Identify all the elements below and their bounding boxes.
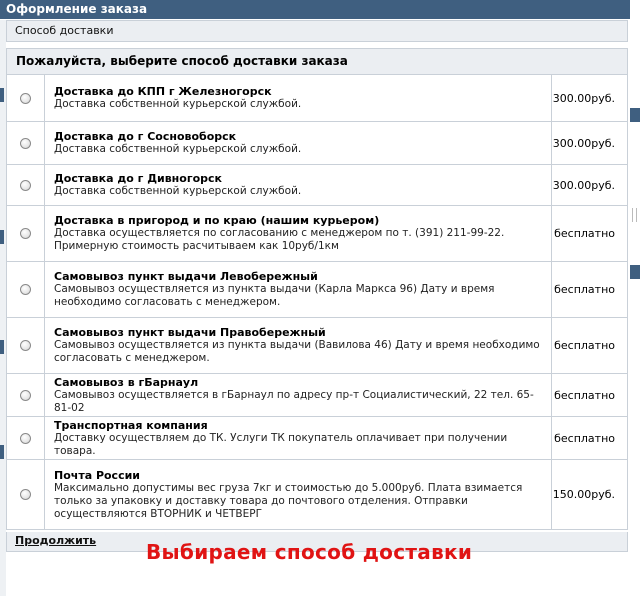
option-price: бесплатно (551, 206, 627, 261)
right-edge-handle (632, 208, 637, 222)
option-title: Самовывоз пункт выдачи Левобережный (54, 270, 318, 283)
radio-cell (7, 122, 45, 164)
left-edge-tab (0, 230, 4, 244)
option-text: Доставка в пригород и по краю (нашим кур… (54, 206, 549, 261)
option-price: бесплатно (551, 318, 627, 373)
delivery-radio[interactable] (20, 137, 31, 149)
option-description: Самовывоз осуществляется в гБарнаул по а… (54, 388, 534, 414)
option-title: Почта России (54, 468, 141, 482)
option-title: Самовывоз в гБарнаул (54, 375, 199, 389)
option-title: Самовывоз пункт выдачи Правобережный (54, 326, 326, 339)
radio-cell (7, 262, 45, 317)
option-price: 150.00руб. (551, 460, 627, 529)
delivery-radio[interactable] (20, 284, 31, 295)
delivery-option-row[interactable]: Самовывоз пункт выдачи Левобережный Само… (7, 262, 627, 318)
radio-cell (7, 206, 45, 261)
section-subheader: Способ доставки (6, 20, 628, 42)
delivery-radio[interactable] (20, 389, 31, 401)
annotation-caption: Выбираем способ доставки (146, 540, 473, 564)
option-price: 300.00руб. (551, 122, 627, 164)
option-text: Самовывоз пункт выдачи Правобережный Сам… (54, 318, 549, 373)
delivery-option-row[interactable]: Самовывоз в гБарнаул Самовывоз осуществл… (7, 374, 627, 417)
delivery-option-row[interactable]: Доставка до г Дивногорск Доставка собств… (7, 165, 627, 206)
option-title: Доставка до КПП г Железногорск (54, 85, 272, 98)
option-description: Максимально допустимы вес груза 7кг и ст… (54, 481, 523, 520)
radio-cell (7, 75, 45, 121)
right-edge-tab (630, 108, 640, 122)
delivery-radio[interactable] (20, 489, 31, 500)
panel-header: Оформление заказа (0, 0, 630, 19)
option-text: Транспортная компания Доставку осуществл… (54, 417, 549, 459)
radio-cell (7, 460, 45, 529)
panel-title: Оформление заказа (6, 2, 148, 16)
delivery-option-row[interactable]: Почта России Максимально допустимы вес г… (7, 460, 627, 529)
continue-link[interactable]: Продолжить (15, 534, 96, 547)
option-title: Доставка до г Дивногорск (54, 172, 222, 185)
option-title: Транспортная компания (54, 418, 208, 432)
delivery-option-row[interactable]: Транспортная компания Доставку осуществл… (7, 417, 627, 460)
delivery-option-row[interactable]: Доставка в пригород и по краю (нашим кур… (7, 206, 627, 262)
delivery-radio[interactable] (20, 432, 31, 444)
delivery-radio[interactable] (20, 92, 31, 104)
option-text: Доставка до КПП г Железногорск Доставка … (54, 75, 549, 121)
delivery-option-row[interactable]: Самовывоз пункт выдачи Правобережный Сам… (7, 318, 627, 374)
option-text: Доставка до г Дивногорск Доставка собств… (54, 165, 549, 205)
delivery-options-box: Пожалуйста, выберите способ доставки зак… (6, 48, 628, 530)
option-price: 300.00руб. (551, 75, 627, 121)
option-description: Доставка собственной курьерской службой. (54, 185, 302, 197)
delivery-radio[interactable] (20, 340, 31, 351)
option-title: Доставка в пригород и по краю (нашим кур… (54, 214, 380, 227)
option-price: бесплатно (551, 417, 627, 459)
radio-cell (7, 374, 45, 416)
right-edge-tab (630, 265, 640, 279)
option-text: Самовывоз в гБарнаул Самовывоз осуществл… (54, 374, 549, 416)
option-text: Почта России Максимально допустимы вес г… (54, 460, 549, 529)
option-description: Доставку осуществляем до ТК. Услуги ТК п… (54, 431, 508, 457)
option-description: Самовывоз осуществляется из пункта выдач… (54, 339, 540, 364)
left-edge-tab (0, 88, 4, 102)
option-description: Доставка собственной курьерской службой. (54, 143, 302, 155)
delivery-option-row[interactable]: Доставка до КПП г Железногорск Доставка … (7, 75, 627, 122)
section-title: Способ доставки (15, 24, 114, 37)
option-price: 300.00руб. (551, 165, 627, 205)
radio-cell (7, 318, 45, 373)
radio-cell (7, 417, 45, 459)
radio-cell (7, 165, 45, 205)
option-price: бесплатно (551, 262, 627, 317)
option-text: Доставка до г Сосновоборск Доставка собс… (54, 122, 549, 164)
option-description: Доставка собственной курьерской службой. (54, 98, 302, 110)
left-edge-tab (0, 340, 4, 354)
delivery-radio[interactable] (20, 179, 31, 191)
delivery-options-title: Пожалуйста, выберите способ доставки зак… (7, 49, 627, 75)
option-price: бесплатно (551, 374, 627, 416)
option-description: Доставка осуществляется по согласованию … (54, 227, 505, 252)
option-description: Самовывоз осуществляется из пункта выдач… (54, 283, 495, 308)
option-title: Доставка до г Сосновоборск (54, 130, 237, 143)
left-edge-tab (0, 445, 4, 459)
option-text: Самовывоз пункт выдачи Левобережный Само… (54, 262, 549, 317)
delivery-option-row[interactable]: Доставка до г Сосновоборск Доставка собс… (7, 122, 627, 165)
right-page-edge (628, 20, 640, 596)
delivery-radio[interactable] (20, 228, 31, 239)
